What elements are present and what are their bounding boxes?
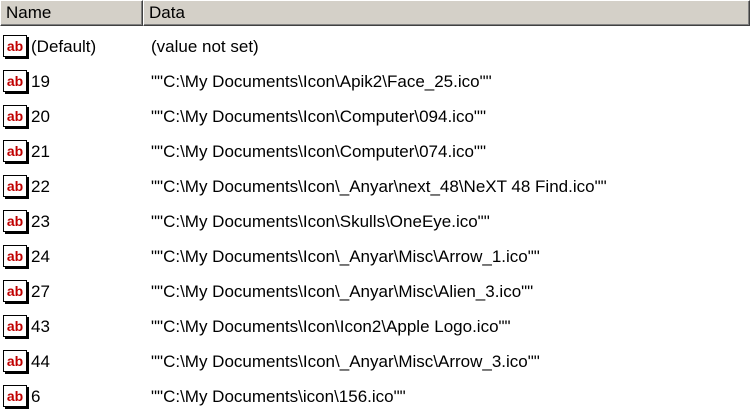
value-name: 44	[31, 351, 50, 371]
list-item[interactable]: ab 22 ""C:\My Documents\Icon\_Anyar\next…	[0, 169, 750, 204]
value-name: 6	[31, 386, 41, 406]
registry-string-value-icon: ab	[3, 139, 29, 164]
value-name-cell[interactable]: ab 6	[0, 384, 143, 409]
value-name-cell[interactable]: ab 23	[0, 209, 143, 234]
value-name: 27	[31, 281, 50, 301]
svg-text:ab: ab	[7, 143, 23, 159]
value-data: ""C:\My Documents\Icon\Computer\094.ico"…	[151, 106, 486, 126]
registry-values-list: Name Data ab (Default) (value not set) a…	[0, 0, 750, 418]
svg-text:ab: ab	[7, 213, 23, 229]
list-item[interactable]: ab 27 ""C:\My Documents\Icon\_Anyar\Misc…	[0, 274, 750, 309]
list-item[interactable]: ab 24 ""C:\My Documents\Icon\_Anyar\Misc…	[0, 239, 750, 274]
svg-text:ab: ab	[7, 38, 23, 54]
registry-string-value-icon: ab	[3, 314, 29, 339]
svg-text:ab: ab	[7, 108, 23, 124]
registry-string-value-icon: ab	[3, 384, 29, 409]
value-name: (Default)	[31, 36, 97, 56]
registry-string-value-icon: ab	[3, 69, 29, 94]
list-item[interactable]: ab 44 ""C:\My Documents\Icon\_Anyar\Misc…	[0, 344, 750, 379]
registry-string-value-icon: ab	[3, 104, 29, 129]
registry-string-value-icon: ab	[3, 174, 29, 199]
value-data: ""C:\My Documents\Icon\Apik2\Face_25.ico…	[151, 71, 492, 91]
value-name-cell[interactable]: ab 43	[0, 314, 143, 339]
value-data: ""C:\My Documents\icon\156.ico""	[151, 386, 406, 406]
svg-text:ab: ab	[7, 73, 23, 89]
svg-text:ab: ab	[7, 248, 23, 264]
list-item[interactable]: ab 23 ""C:\My Documents\Icon\Skulls\OneE…	[0, 204, 750, 239]
value-data: ""C:\My Documents\Icon\Computer\074.ico"…	[151, 141, 486, 161]
value-data: (value not set)	[151, 36, 259, 56]
list-item[interactable]: ab 20 ""C:\My Documents\Icon\Computer\09…	[0, 99, 750, 134]
list-item[interactable]: ab (Default) (value not set)	[0, 29, 750, 64]
value-data: ""C:\My Documents\Icon\_Anyar\next_48\Ne…	[151, 176, 607, 196]
list-item[interactable]: ab 43 ""C:\My Documents\Icon\Icon2\Apple…	[0, 309, 750, 344]
value-data: ""C:\My Documents\Icon\_Anyar\Misc\Alien…	[151, 281, 534, 301]
value-name-cell[interactable]: ab 24	[0, 244, 143, 269]
value-name-cell[interactable]: ab 22	[0, 174, 143, 199]
list-item[interactable]: ab 21 ""C:\My Documents\Icon\Computer\07…	[0, 134, 750, 169]
value-name: 22	[31, 176, 50, 196]
value-name-cell[interactable]: ab (Default)	[0, 34, 143, 59]
value-name-cell[interactable]: ab 44	[0, 349, 143, 374]
registry-string-value-icon: ab	[3, 34, 29, 59]
value-data: ""C:\My Documents\Icon\_Anyar\Misc\Arrow…	[151, 246, 540, 266]
value-name: 19	[31, 71, 50, 91]
registry-string-value-icon: ab	[3, 244, 29, 269]
value-data: ""C:\My Documents\Icon\_Anyar\Misc\Arrow…	[151, 351, 540, 371]
registry-string-value-icon: ab	[3, 349, 29, 374]
registry-string-value-icon: ab	[3, 209, 29, 234]
value-name: 20	[31, 106, 50, 126]
registry-string-value-icon: ab	[3, 279, 29, 304]
column-header-name[interactable]: Name	[0, 0, 143, 26]
svg-text:ab: ab	[7, 388, 23, 404]
value-data: ""C:\My Documents\Icon\Skulls\OneEye.ico…	[151, 211, 490, 231]
value-name: 21	[31, 141, 50, 161]
svg-text:ab: ab	[7, 353, 23, 369]
list-item[interactable]: ab 19 ""C:\My Documents\Icon\Apik2\Face_…	[0, 64, 750, 99]
svg-text:ab: ab	[7, 318, 23, 334]
value-name-cell[interactable]: ab 20	[0, 104, 143, 129]
value-name: 43	[31, 316, 50, 336]
value-data: ""C:\My Documents\Icon\Icon2\Apple Logo.…	[151, 316, 511, 336]
list-header: Name Data	[0, 0, 750, 26]
svg-text:ab: ab	[7, 178, 23, 194]
list-rows: ab (Default) (value not set) ab 19 ""C:\…	[0, 29, 750, 414]
column-header-data[interactable]: Data	[143, 0, 750, 26]
value-name-cell[interactable]: ab 21	[0, 139, 143, 164]
svg-text:ab: ab	[7, 283, 23, 299]
value-name: 23	[31, 211, 50, 231]
list-item[interactable]: ab 6 ""C:\My Documents\icon\156.ico""	[0, 379, 750, 414]
value-name: 24	[31, 246, 50, 266]
value-name-cell[interactable]: ab 19	[0, 69, 143, 94]
value-name-cell[interactable]: ab 27	[0, 279, 143, 304]
